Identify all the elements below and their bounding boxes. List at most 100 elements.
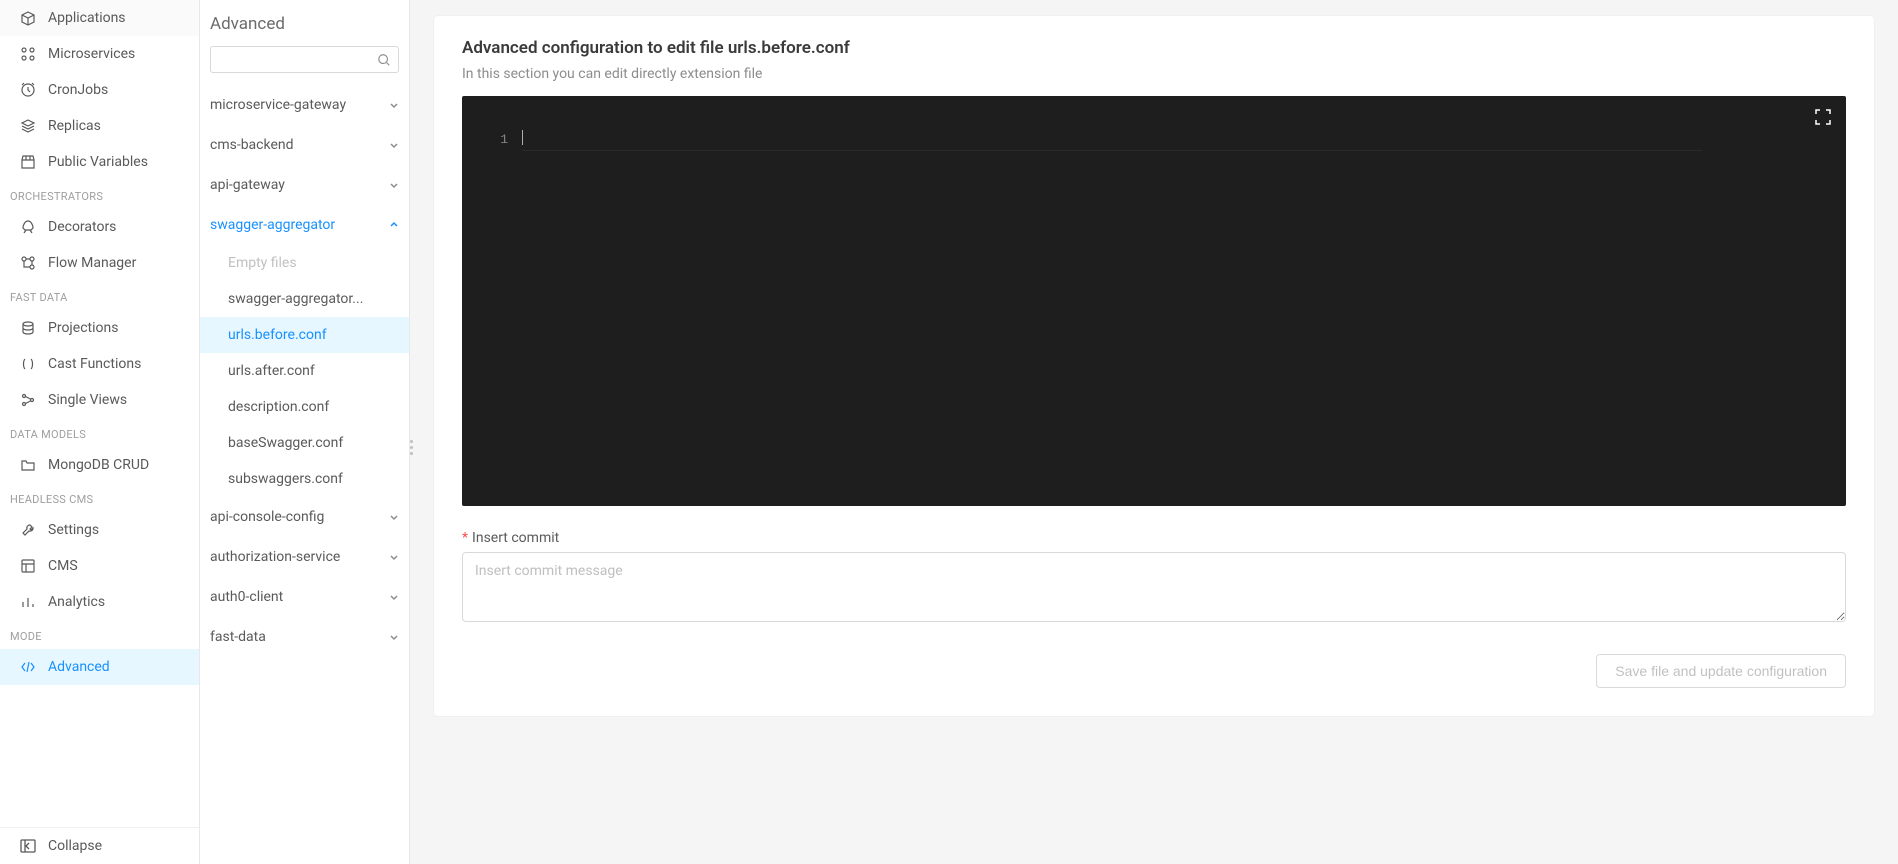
nav-item-applications[interactable]: Applications <box>0 0 199 36</box>
fullscreen-icon[interactable] <box>1814 108 1832 126</box>
nav-item-label: MongoDB CRUD <box>48 457 149 473</box>
nav-item-label: Decorators <box>48 219 116 235</box>
nav-item-analytics[interactable]: Analytics <box>0 584 199 620</box>
primary-sidebar: Applications Microservices CronJobs Replica… <box>0 0 200 864</box>
nav-item-label: Settings <box>48 522 99 538</box>
page-title: Advanced configuration to edit file urls… <box>462 38 1846 58</box>
nav-item-microservices[interactable]: Microservices <box>0 36 199 72</box>
tree-item-label: fast-data <box>210 629 266 645</box>
folder-icon <box>20 457 36 473</box>
nav-item-label: Projections <box>48 320 118 336</box>
parens-icon <box>20 356 36 372</box>
nav-item-single-views[interactable]: Single Views <box>0 382 199 418</box>
file-tree: microservice-gateway cms-backend api-gatew… <box>200 85 409 864</box>
tree-file-description[interactable]: description.conf <box>210 389 399 425</box>
collapse-button[interactable]: Collapse <box>0 828 199 864</box>
rocket-icon <box>20 219 36 235</box>
tree-file-empty-files: Empty files <box>210 245 399 281</box>
section-header: MODE <box>0 620 199 649</box>
clock-icon <box>20 82 36 98</box>
views-icon <box>20 392 36 408</box>
nav-item-flow-manager[interactable]: Flow Manager <box>0 245 199 281</box>
tree-file-urls-before[interactable]: urls.before.conf <box>200 317 409 353</box>
code-icon <box>20 659 36 675</box>
chevron-down-icon <box>389 632 399 642</box>
section-header: FAST DATA <box>0 281 199 310</box>
editor-gutter: 1 <box>462 130 522 506</box>
nav-item-label: Microservices <box>48 46 135 62</box>
tree-file-subswaggers[interactable]: subswaggers.conf <box>210 461 399 497</box>
tree-file-base-swagger[interactable]: baseSwagger.conf <box>210 425 399 461</box>
nav-item-label: Replicas <box>48 118 101 134</box>
tree-item-cms-backend[interactable]: cms-backend <box>210 125 399 165</box>
secondary-sidebar: Advanced microservice-gateway cms-backend… <box>200 0 410 864</box>
flow-icon <box>20 255 36 271</box>
nav-item-public-variables[interactable]: Public Variables <box>0 144 199 180</box>
section-header: ORCHESTRATORS <box>0 180 199 209</box>
tree-item-label: cms-backend <box>210 137 294 153</box>
collapse-icon <box>20 838 36 854</box>
nav-item-label: Advanced <box>48 659 110 675</box>
tree-file-urls-after[interactable]: urls.after.conf <box>210 353 399 389</box>
tree-item-api-console-config[interactable]: api-console-config <box>210 497 399 537</box>
code-editor[interactable]: 1 <box>462 96 1846 506</box>
commit-label: *Insert commit <box>462 530 1846 546</box>
nav-item-label: Flow Manager <box>48 255 136 271</box>
chevron-up-icon <box>389 220 399 230</box>
store-icon <box>20 154 36 170</box>
tree-item-microservice-gateway[interactable]: microservice-gateway <box>210 85 399 125</box>
nav-item-decorators[interactable]: Decorators <box>0 209 199 245</box>
grid-icon <box>20 46 36 62</box>
nav-item-cms[interactable]: CMS <box>0 548 199 584</box>
nav-item-mongodb-crud[interactable]: MongoDB CRUD <box>0 447 199 483</box>
chevron-down-icon <box>389 100 399 110</box>
nav-item-projections[interactable]: Projections <box>0 310 199 346</box>
secondary-sidebar-title: Advanced <box>200 0 409 46</box>
layers-icon <box>20 118 36 134</box>
nav-item-cronjobs[interactable]: CronJobs <box>0 72 199 108</box>
page-subtitle: In this section you can edit directly ex… <box>462 66 1846 82</box>
nav-item-cast-functions[interactable]: Cast Functions <box>0 346 199 382</box>
tree-item-label: microservice-gateway <box>210 97 346 113</box>
nav-item-label: Applications <box>48 10 126 26</box>
chevron-down-icon <box>389 592 399 602</box>
bars-icon <box>20 594 36 610</box>
nav-item-label: CMS <box>48 558 78 574</box>
nav-item-label: Single Views <box>48 392 127 408</box>
tree-item-label: swagger-aggregator <box>210 217 335 233</box>
nav-item-replicas[interactable]: Replicas <box>0 108 199 144</box>
db-icon <box>20 320 36 336</box>
nav-item-advanced[interactable]: Advanced <box>0 649 199 685</box>
chevron-down-icon <box>389 512 399 522</box>
nav-item-label: CronJobs <box>48 82 108 98</box>
resize-handle[interactable] <box>410 440 413 455</box>
chevron-down-icon <box>389 140 399 150</box>
nav-item-label: Public Variables <box>48 154 148 170</box>
commit-message-input[interactable] <box>462 552 1846 622</box>
tree-item-label: authorization-service <box>210 549 340 565</box>
section-header: HEADLESS CMS <box>0 483 199 512</box>
search-input[interactable] <box>210 46 399 73</box>
tree-item-auth0-client[interactable]: auth0-client <box>210 577 399 617</box>
tree-item-swagger-aggregator[interactable]: swagger-aggregator <box>210 205 399 245</box>
tree-item-fast-data[interactable]: fast-data <box>210 617 399 657</box>
tree-item-api-gateway[interactable]: api-gateway <box>210 165 399 205</box>
nav-item-label: Cast Functions <box>48 356 141 372</box>
chevron-down-icon <box>389 180 399 190</box>
section-header: DATA MODELS <box>0 418 199 447</box>
tree-item-label: api-gateway <box>210 177 285 193</box>
chevron-down-icon <box>389 552 399 562</box>
tree-item-authorization-service[interactable]: authorization-service <box>210 537 399 577</box>
tree-item-label: auth0-client <box>210 589 283 605</box>
collapse-label: Collapse <box>48 838 102 854</box>
editor-code[interactable] <box>522 130 1716 506</box>
tree-file-swagger-aggregator-file[interactable]: swagger-aggregator... <box>210 281 399 317</box>
nav-item-settings[interactable]: Settings <box>0 512 199 548</box>
wrench-icon <box>20 522 36 538</box>
layout-icon <box>20 558 36 574</box>
tree-item-label: api-console-config <box>210 509 324 525</box>
save-button[interactable]: Save file and update configuration <box>1596 654 1846 688</box>
main-content: Advanced configuration to edit file urls… <box>410 0 1898 864</box>
nav-item-label: Analytics <box>48 594 105 610</box>
box-icon <box>20 10 36 26</box>
